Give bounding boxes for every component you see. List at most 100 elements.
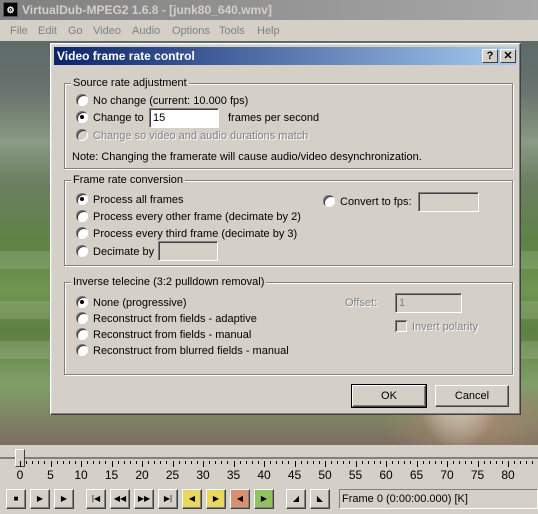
telecine-manual-option[interactable]: Reconstruct from fields - manual	[76, 328, 251, 342]
process-other-option[interactable]: Process every other frame (decimate by 2…	[76, 210, 301, 224]
play-output-icon[interactable]: ▶	[54, 489, 74, 509]
timeline-minor-tick	[288, 461, 290, 464]
process-all-option[interactable]: Process all frames	[76, 193, 183, 207]
timeline-minor-tick	[337, 461, 339, 464]
telecine-blurred-option[interactable]: Reconstruct from blurred fields - manual	[76, 344, 289, 358]
change-to-radio[interactable]	[76, 111, 88, 123]
convert-fps-input[interactable]	[418, 192, 479, 212]
menu-video[interactable]: Video	[93, 21, 121, 41]
timeline-minor-tick	[440, 461, 442, 464]
timeline-minor-tick	[453, 461, 455, 464]
process-third-radio[interactable]	[76, 227, 88, 239]
timeline-minor-tick	[135, 461, 137, 464]
process-all-radio[interactable]	[76, 193, 88, 205]
decimate-by-option[interactable]: Decimate by	[76, 245, 154, 259]
timeline-minor-tick	[379, 461, 381, 464]
timeline-tick	[355, 461, 357, 467]
timeline-tick	[447, 461, 448, 467]
timeline-minor-tick	[312, 461, 314, 464]
telecine-blurred-radio[interactable]	[76, 344, 88, 356]
menu-help[interactable]: Help	[257, 21, 280, 41]
start-icon[interactable]: |◀	[86, 489, 106, 509]
menu-audio[interactable]: Audio	[132, 21, 160, 41]
telecine-adaptive-option[interactable]: Reconstruct from fields - adaptive	[76, 312, 257, 326]
timeline-minor-tick	[178, 461, 180, 464]
timeline-tick	[142, 461, 143, 467]
virtualdub-app-icon[interactable]: ⚙	[3, 2, 18, 17]
timeline-minor-tick	[532, 461, 534, 464]
decimate-by-radio[interactable]	[76, 245, 88, 257]
timeline-tick	[203, 461, 204, 467]
timeline-minor-tick	[44, 461, 46, 464]
prev-key-icon[interactable]: ◀	[182, 489, 202, 509]
timeline-minor-tick	[99, 461, 101, 464]
next-key-icon[interactable]: ▶	[206, 489, 226, 509]
decimate-by-input[interactable]	[158, 241, 218, 261]
fps-unit-label: frames per second	[228, 112, 320, 124]
timeline-tick-label: 80	[501, 468, 515, 482]
timeline-minor-tick	[282, 461, 284, 464]
menu-tools[interactable]: Tools	[219, 21, 245, 41]
mark-out-icon[interactable]: ◣	[310, 489, 330, 509]
telecine-none-option[interactable]: None (progressive)	[76, 296, 187, 310]
timeline-minor-tick	[26, 461, 28, 464]
timeline-tick-label: 60	[379, 468, 393, 482]
timeline-minor-tick	[93, 461, 95, 464]
convert-fps-option[interactable]: Convert to fps:	[323, 195, 412, 209]
change-to-option[interactable]: Change to	[76, 111, 144, 125]
match-durations-label: Change so video and audio durations matc…	[93, 130, 309, 142]
convert-fps-radio[interactable]	[323, 195, 335, 207]
timeline-minor-tick	[471, 461, 473, 464]
menu-go[interactable]: Go	[68, 21, 83, 41]
timeline-minor-tick	[251, 461, 253, 464]
timeline-minor-tick	[300, 461, 302, 464]
no-change-radio[interactable]	[76, 94, 88, 106]
prev-frame-icon[interactable]: ◀◀	[110, 489, 130, 509]
match-durations-option: Change so video and audio durations matc…	[76, 129, 308, 143]
cancel-button[interactable]: Cancel	[435, 385, 509, 407]
close-button[interactable]: ✕	[500, 49, 516, 63]
process-all-label: Process all frames	[93, 194, 184, 206]
timeline-minor-tick	[154, 461, 156, 464]
play-input-icon[interactable]: ▶	[30, 489, 50, 509]
timeline-track[interactable]	[0, 457, 538, 459]
timeline-minor-tick	[87, 461, 89, 464]
timeline-minor-tick	[306, 461, 308, 464]
timeline-minor-tick	[514, 461, 516, 464]
timeline-minor-tick	[434, 461, 436, 464]
telecine-adaptive-radio[interactable]	[76, 312, 88, 324]
change-to-fps-input[interactable]: 15	[149, 108, 219, 128]
no-change-option[interactable]: No change (current: 10.000 fps)	[76, 94, 248, 108]
timeline-tick-label: 5	[47, 468, 54, 482]
process-other-radio[interactable]	[76, 210, 88, 222]
timeline-tick-label: 55	[348, 468, 363, 482]
telecine-manual-radio[interactable]	[76, 328, 88, 340]
timeline-minor-tick	[32, 461, 34, 464]
timeline-minor-tick	[239, 461, 241, 464]
menu-options[interactable]: Options	[172, 21, 210, 41]
timeline-minor-tick	[404, 461, 406, 464]
scene-back-icon[interactable]: ◀	[230, 489, 250, 509]
help-button[interactable]: ?	[482, 49, 498, 63]
process-third-option[interactable]: Process every third frame (decimate by 3…	[76, 227, 297, 241]
timeline-tick-label: 65	[409, 468, 424, 482]
timeline-minor-tick	[245, 461, 247, 464]
timeline-minor-tick	[227, 461, 229, 464]
end-icon[interactable]: ▶|	[158, 489, 178, 509]
stop-icon[interactable]: ■	[6, 489, 26, 509]
timeline-tick	[294, 461, 296, 467]
menu-file[interactable]: File	[10, 21, 28, 41]
telecine-none-radio[interactable]	[76, 296, 88, 308]
timeline-tick	[50, 461, 52, 467]
timeline-minor-tick	[392, 461, 394, 464]
menu-edit[interactable]: Edit	[38, 21, 57, 41]
scene-fwd-icon[interactable]: ▶	[254, 489, 274, 509]
next-frame-icon[interactable]: ▶▶	[134, 489, 154, 509]
timeline-tick	[325, 461, 326, 467]
timeline-minor-tick	[129, 461, 131, 464]
mark-in-icon[interactable]: ◢	[286, 489, 306, 509]
timeline-minor-tick	[495, 461, 497, 464]
dialog-titlebar: Video frame rate control ? ✕	[54, 47, 517, 65]
timeline-tick	[172, 461, 174, 467]
ok-button[interactable]: OK	[351, 384, 427, 408]
